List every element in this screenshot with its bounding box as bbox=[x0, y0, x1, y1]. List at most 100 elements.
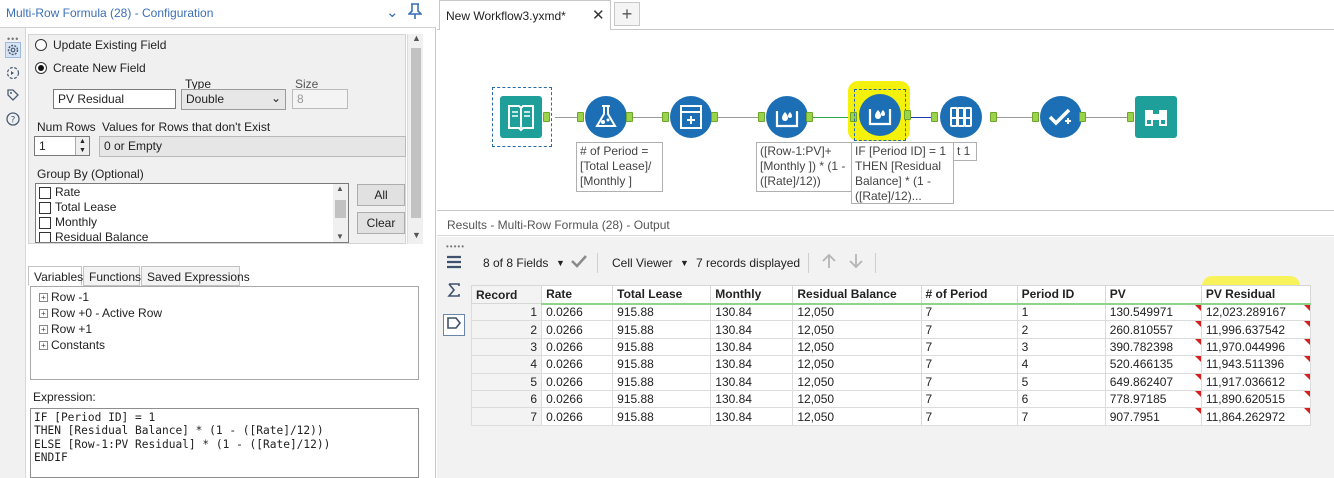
expression-editor[interactable]: IF [Period ID] = 1 THEN [Residual Balanc… bbox=[30, 408, 419, 478]
multi-row-formula-tool-selected[interactable] bbox=[859, 94, 901, 136]
generate-rows-tool[interactable] bbox=[670, 96, 712, 138]
table-cell[interactable]: 0.0266 bbox=[541, 389, 614, 409]
scroll-down-icon[interactable]: ▼ bbox=[412, 230, 421, 240]
table-cell[interactable]: 915.88 bbox=[612, 320, 712, 339]
table-cell[interactable]: 7 bbox=[920, 302, 1018, 322]
table-cell[interactable]: 907.7951 bbox=[1104, 407, 1202, 426]
table-cell[interactable]: 260.810557 bbox=[1104, 320, 1202, 339]
chevron-down-icon[interactable]: ▼ bbox=[680, 258, 689, 268]
table-row[interactable]: 3 0.0266 915.88 130.84 12,050 7 3 390.782398 11,… bbox=[470, 337, 1312, 357]
arrow-up-icon[interactable] bbox=[820, 252, 838, 273]
table-cell[interactable]: 6 bbox=[1016, 389, 1106, 409]
table-row[interactable]: 4 0.0266 915.88 130.84 12,050 7 4 520.466135 11,… bbox=[470, 355, 1312, 374]
connection-progress-icon[interactable] bbox=[5, 66, 21, 82]
table-cell[interactable]: 915.88 bbox=[612, 372, 712, 391]
expand-icon[interactable]: + bbox=[39, 309, 48, 318]
table-cell[interactable]: 11,917.036612 bbox=[1200, 372, 1312, 391]
create-new-radio[interactable] bbox=[35, 62, 47, 74]
update-existing-radio[interactable] bbox=[35, 39, 47, 51]
table-cell[interactable]: 778.97185 bbox=[1104, 389, 1202, 409]
column-header-pv-residual[interactable]: PV Residual bbox=[1200, 285, 1312, 305]
table-cell[interactable]: 0.0266 bbox=[541, 372, 614, 391]
table-cell[interactable]: 11,890.620515 bbox=[1200, 389, 1312, 409]
input-anchor[interactable] bbox=[1127, 112, 1134, 122]
rows-not-exist-select[interactable]: 0 or Empty bbox=[99, 136, 406, 157]
table-cell[interactable]: 0.0266 bbox=[541, 320, 614, 339]
table-cell[interactable]: 915.88 bbox=[612, 355, 712, 374]
tab-variables[interactable]: Variables bbox=[28, 266, 83, 286]
table-cell[interactable]: 0.0266 bbox=[541, 355, 614, 374]
output-anchor[interactable] bbox=[904, 110, 911, 120]
expand-icon[interactable]: + bbox=[39, 293, 48, 302]
record-number-cell[interactable]: 5 bbox=[470, 372, 543, 391]
group-by-checkbox[interactable] bbox=[39, 217, 51, 229]
table-cell[interactable]: 649.862407 bbox=[1104, 372, 1202, 391]
table-cell[interactable]: 130.549971 bbox=[1104, 302, 1202, 322]
test-tool[interactable] bbox=[1040, 96, 1082, 138]
table-cell[interactable]: 3 bbox=[1016, 337, 1106, 357]
table-cell[interactable]: 4 bbox=[1016, 355, 1106, 374]
group-by-checkbox[interactable] bbox=[39, 187, 51, 199]
metadata-tag-icon[interactable] bbox=[443, 314, 465, 336]
record-number-cell[interactable]: 2 bbox=[470, 320, 543, 339]
table-cell[interactable]: 130.84 bbox=[710, 320, 794, 339]
column-header[interactable]: Residual Balance bbox=[792, 285, 922, 305]
table-cell[interactable]: 130.84 bbox=[710, 389, 794, 409]
tag-icon[interactable] bbox=[5, 88, 21, 104]
chevron-down-icon[interactable]: ⌄ bbox=[386, 3, 399, 21]
column-header[interactable]: Period ID bbox=[1016, 285, 1106, 305]
tree-item[interactable]: + Constants bbox=[39, 338, 105, 352]
expand-icon[interactable]: + bbox=[39, 341, 48, 350]
input-data-tool[interactable] bbox=[500, 96, 542, 138]
add-tab-button[interactable]: + bbox=[614, 2, 640, 26]
gear-icon[interactable] bbox=[5, 42, 21, 58]
input-anchor[interactable] bbox=[577, 112, 584, 122]
column-header-record[interactable]: Record bbox=[470, 285, 543, 304]
table-cell[interactable]: 130.84 bbox=[710, 337, 794, 357]
table-cell[interactable]: 0.0266 bbox=[541, 302, 614, 322]
table-cell[interactable]: 915.88 bbox=[612, 337, 712, 357]
pin-icon[interactable] bbox=[407, 3, 423, 23]
output-anchor[interactable] bbox=[990, 112, 997, 122]
stepper-arrows-icon[interactable]: ▲ ▼ bbox=[75, 137, 89, 155]
table-cell[interactable]: 7 bbox=[920, 407, 1018, 426]
table-cell[interactable]: 520.466135 bbox=[1104, 355, 1202, 374]
table-cell[interactable]: 915.88 bbox=[612, 302, 712, 322]
tree-item[interactable]: + Row -1 bbox=[39, 290, 89, 304]
table-cell[interactable]: 11,943.511396 bbox=[1200, 355, 1312, 374]
scroll-down-icon[interactable]: ▼ bbox=[336, 232, 344, 241]
table-cell[interactable]: 2 bbox=[1016, 320, 1106, 339]
table-cell[interactable]: 12,050 bbox=[792, 302, 922, 322]
table-cell[interactable]: 12,050 bbox=[792, 320, 922, 339]
all-button[interactable]: All bbox=[357, 184, 405, 206]
field-name-input[interactable]: PV Residual bbox=[53, 89, 176, 109]
table-cell[interactable]: 915.88 bbox=[612, 407, 712, 426]
group-by-scrollbar[interactable]: ▲ ▼ bbox=[333, 184, 348, 242]
size-input[interactable]: 8 bbox=[292, 89, 348, 109]
scrollbar-thumb[interactable] bbox=[411, 48, 421, 218]
output-anchor[interactable] bbox=[626, 112, 633, 122]
tree-item[interactable]: + Row +1 bbox=[39, 322, 92, 336]
record-number-cell[interactable]: 1 bbox=[470, 302, 543, 322]
tab-saved-expressions[interactable]: Saved Expressions bbox=[141, 266, 250, 286]
table-cell[interactable]: 130.84 bbox=[710, 372, 794, 391]
scrollbar-thumb[interactable] bbox=[335, 200, 346, 218]
table-cell[interactable]: 7 bbox=[920, 320, 1018, 339]
expand-icon[interactable]: + bbox=[39, 325, 48, 334]
arrow-down-icon[interactable] bbox=[847, 252, 865, 273]
input-anchor[interactable] bbox=[758, 112, 765, 122]
input-anchor[interactable] bbox=[662, 112, 669, 122]
tree-item[interactable]: + Row +0 - Active Row bbox=[39, 306, 162, 320]
table-cell[interactable]: 130.84 bbox=[710, 407, 794, 426]
table-row[interactable]: 7 0.0266 915.88 130.84 12,050 7 7 907.7951 11,86… bbox=[470, 407, 1312, 426]
tab-functions[interactable]: Functions bbox=[83, 266, 141, 286]
table-view-icon[interactable] bbox=[443, 254, 465, 276]
record-number-cell[interactable]: 4 bbox=[470, 355, 543, 374]
table-cell[interactable]: 12,050 bbox=[792, 337, 922, 357]
table-cell[interactable]: 7 bbox=[920, 372, 1018, 391]
record-number-cell[interactable]: 3 bbox=[470, 337, 543, 357]
table-row[interactable]: 2 0.0266 915.88 130.84 12,050 7 2 260.810557 11,… bbox=[470, 320, 1312, 339]
configuration-scrollbar[interactable]: ▲ ▼ bbox=[407, 33, 423, 244]
table-cell[interactable]: 12,050 bbox=[792, 389, 922, 409]
input-anchor[interactable] bbox=[1032, 112, 1039, 122]
